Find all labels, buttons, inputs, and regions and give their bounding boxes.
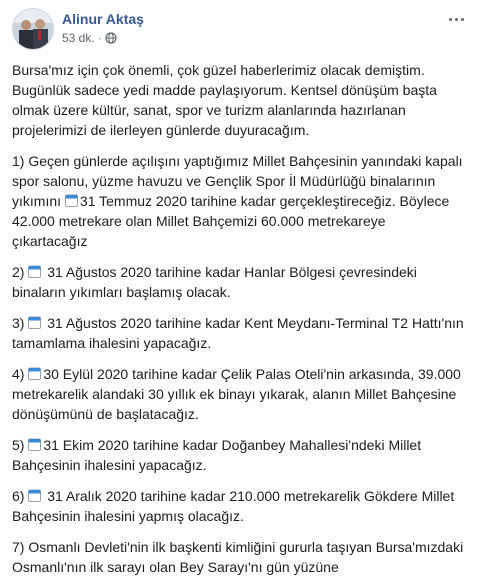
more-options-button[interactable] [445,12,467,26]
post-paragraph: 4) 30 Eylül 2020 tarihine kadar Çelik Pa… [12,364,464,424]
paragraph-text: 31 Aralık 2020 tarihine kadar 210.000 me… [12,488,455,524]
paragraph-prefix: 3) [12,315,29,331]
facebook-post: Alinur Aktaş 53 dk. · Bursa'mız için çok… [0,0,479,575]
post-paragraph: 3) 31 Ağustos 2020 tarihine kadar Kent M… [12,313,464,353]
calendar-icon [28,265,42,278]
meta-separator: · [97,31,102,45]
post-paragraph: 1) Geçen günlerde açılışını yaptığımız M… [12,151,464,251]
paragraph-prefix: 4) [12,366,29,382]
paragraph-prefix: 2) [12,264,29,280]
paragraph-prefix: 6) [12,488,29,504]
calendar-icon [64,194,78,207]
post-paragraph: 6) 31 Aralık 2020 tarihine kadar 210.000… [12,486,464,526]
post-header: Alinur Aktaş 53 dk. · [12,8,467,52]
paragraph-text: 31 Ağustos 2020 tarihine kadar Hanlar Bö… [12,264,417,300]
more-dot-icon [460,17,464,21]
calendar-icon [28,489,42,502]
paragraph-text: 7) Osmanlı Devleti'nin ilk başkenti kiml… [12,539,464,575]
avatar-photo-icon [13,9,53,49]
paragraph-text: 31 Ağustos 2020 tarihine kadar Kent Meyd… [12,315,464,351]
calendar-icon [28,316,42,329]
post-paragraph: 2) 31 Ağustos 2020 tarihine kadar Hanlar… [12,262,464,302]
author-name[interactable]: Alinur Aktaş [62,11,144,27]
post-paragraph: 5) 31 Ekim 2020 tarihine kadar Doğanbey … [12,435,464,475]
post-meta: 53 dk. · [62,31,117,45]
paragraph-text: 30 Eylül 2020 tarihine kadar Çelik Palas… [12,366,461,422]
post-paragraph: Bursa'mız için çok önemli, çok güzel hab… [12,60,464,140]
post-paragraph: 7) Osmanlı Devleti'nin ilk başkenti kiml… [12,537,464,577]
post-body: Bursa'mız için çok önemli, çok güzel hab… [12,60,464,588]
paragraph-text: 31 Ekim 2020 tarihine kadar Doğanbey Mah… [12,437,422,473]
paragraph-prefix: 5) [12,437,29,453]
avatar[interactable] [12,8,54,50]
paragraph-text: Bursa'mız için çok önemli, çok güzel hab… [12,62,437,138]
globe-icon[interactable] [105,32,117,44]
calendar-icon [28,438,42,451]
calendar-icon [28,367,42,380]
post-time[interactable]: 53 dk. [62,31,95,45]
more-dot-icon [454,17,458,21]
more-dot-icon [448,17,452,21]
